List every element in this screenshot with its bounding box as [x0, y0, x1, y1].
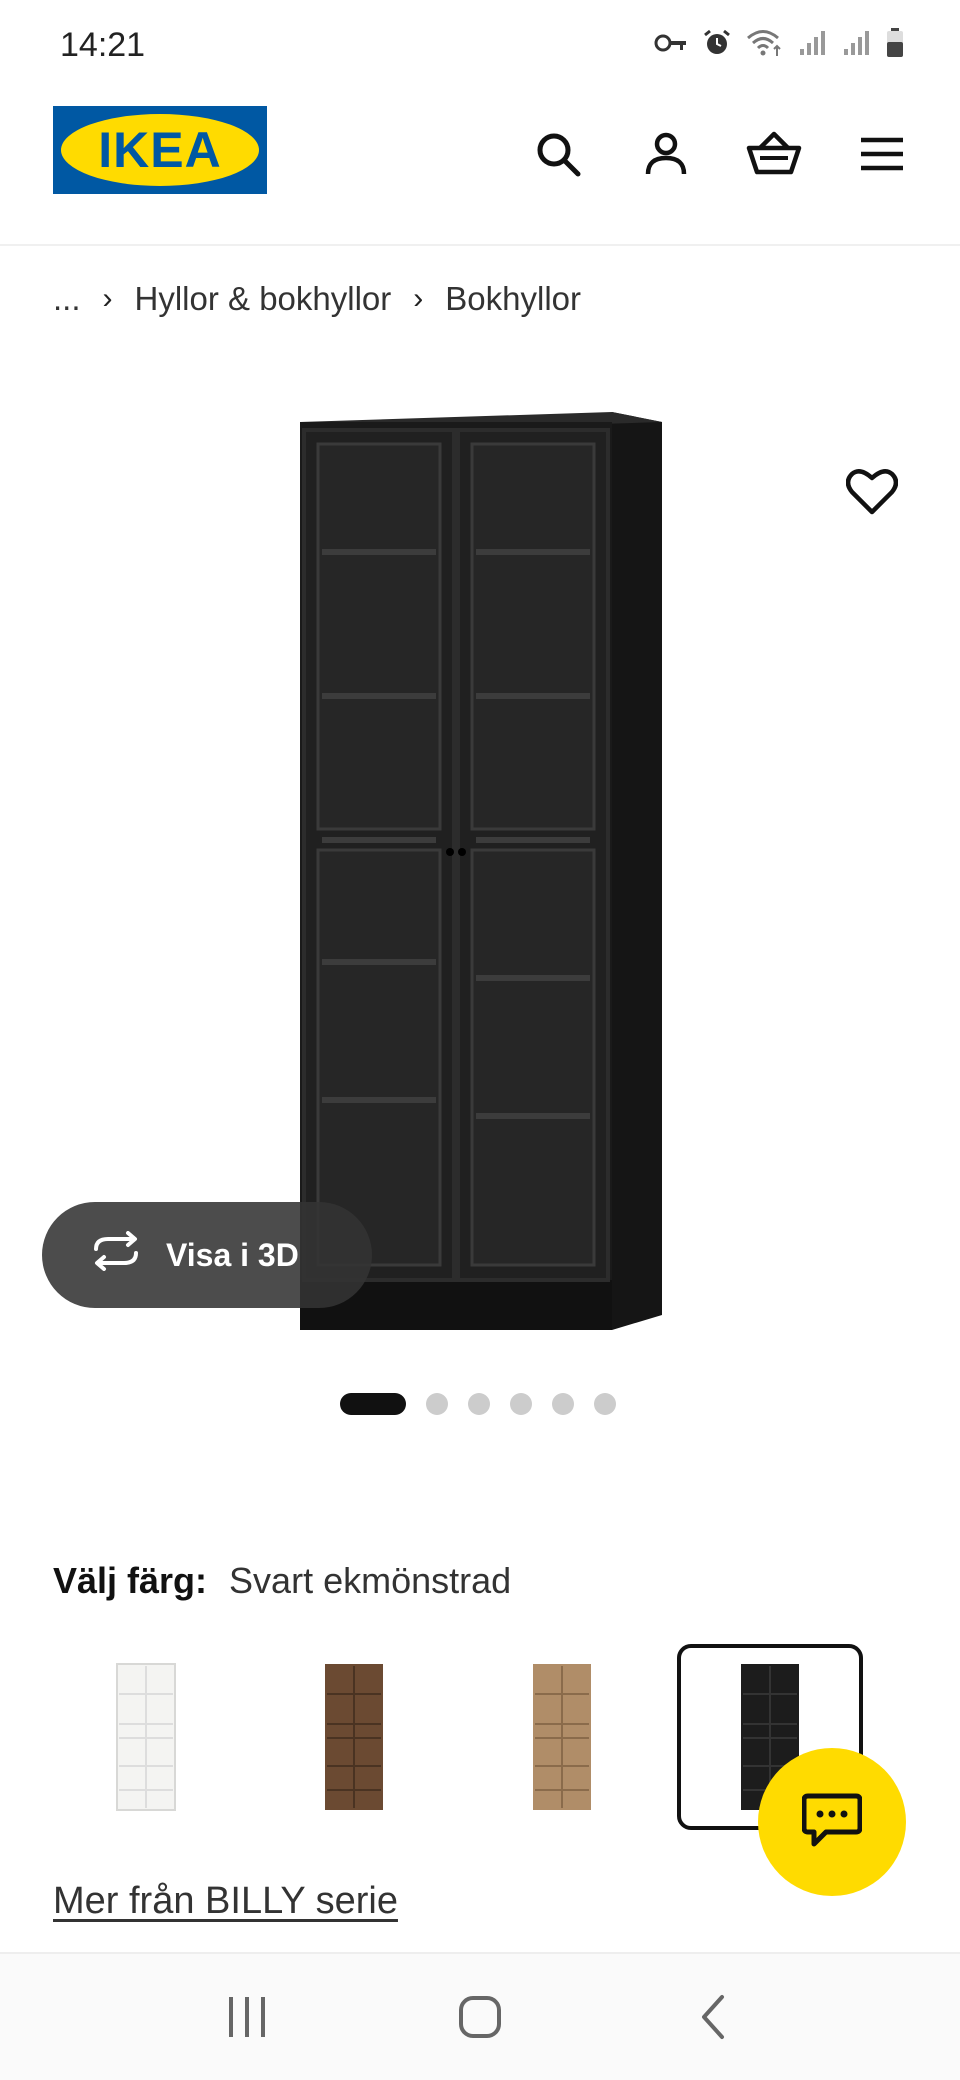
product-image-carousel[interactable]: Visa i 3D	[0, 400, 960, 1340]
carousel-dot[interactable]	[468, 1393, 490, 1415]
view-3d-button[interactable]: Visa i 3D	[42, 1202, 372, 1308]
chat-button[interactable]	[758, 1748, 906, 1896]
color-swatches	[53, 1644, 863, 1830]
view-3d-label: Visa i 3D	[166, 1236, 299, 1273]
color-selector-heading: Välj färg: Svart ekmönstrad	[53, 1560, 511, 1602]
heart-icon[interactable]	[845, 468, 910, 532]
back-icon[interactable]	[673, 1977, 753, 2057]
logo-text: IKEA	[98, 122, 222, 178]
breadcrumb-item-bookcases[interactable]: Bokhyllor	[445, 280, 581, 318]
site-header: IKEA	[0, 94, 960, 246]
recent-apps-icon[interactable]	[207, 1977, 287, 2057]
rotate-3d-icon	[88, 1231, 144, 1279]
chat-icon	[801, 1792, 863, 1853]
system-nav-bar	[0, 1952, 960, 2080]
carousel-dots	[340, 1393, 616, 1415]
vpn-key-icon	[654, 31, 688, 55]
swatch-white[interactable]	[53, 1644, 239, 1830]
breadcrumb-ellipsis[interactable]: ...	[53, 280, 81, 318]
status-time: 14:21	[60, 26, 146, 64]
status-bar: 14:21	[0, 0, 960, 94]
account-icon[interactable]	[634, 122, 698, 186]
signal-icon	[842, 29, 872, 57]
alarm-icon	[702, 28, 732, 58]
basket-icon[interactable]	[742, 122, 806, 186]
swatch-brown[interactable]	[261, 1644, 447, 1830]
product-image	[300, 412, 662, 1330]
swatch-oak[interactable]	[469, 1644, 655, 1830]
carousel-dot[interactable]	[594, 1393, 616, 1415]
breadcrumb: ... › Hyllor & bokhyllor › Bokhyllor	[53, 280, 581, 318]
menu-icon[interactable]	[850, 122, 914, 186]
header-icons	[526, 122, 914, 186]
logo-oval: IKEA	[61, 114, 259, 186]
chevron-right-icon: ›	[413, 282, 424, 315]
color-label: Välj färg:	[53, 1560, 208, 1601]
carousel-dot[interactable]	[552, 1393, 574, 1415]
series-link[interactable]: Mer från BILLY serie	[53, 1880, 398, 1923]
search-icon[interactable]	[526, 122, 590, 186]
chevron-right-icon: ›	[102, 282, 113, 315]
battery-icon	[886, 28, 904, 58]
status-icons	[654, 28, 904, 58]
breadcrumb-item-shelves[interactable]: Hyllor & bokhyllor	[135, 280, 392, 318]
home-icon[interactable]	[440, 1977, 520, 2057]
ikea-logo[interactable]: IKEA	[53, 106, 267, 194]
carousel-dot[interactable]	[426, 1393, 448, 1415]
carousel-dot[interactable]	[340, 1393, 406, 1415]
color-value: Svart ekmönstrad	[229, 1560, 512, 1601]
carousel-dot[interactable]	[510, 1393, 532, 1415]
signal-icon	[798, 29, 828, 57]
wifi-icon	[746, 28, 784, 58]
